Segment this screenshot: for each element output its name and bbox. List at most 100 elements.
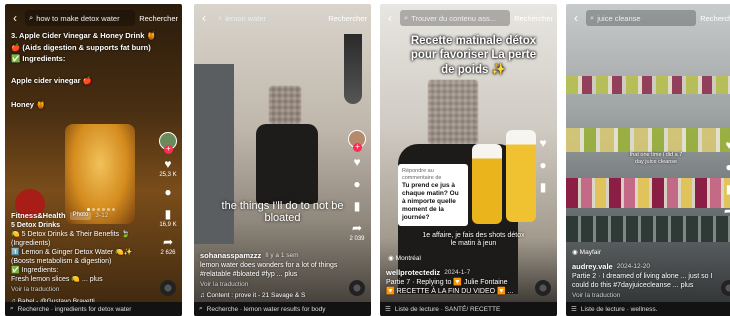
search-input[interactable]: ⌕ how to make detox water (25, 10, 136, 26)
juice-bottle-1 (472, 144, 502, 224)
music-disc-icon[interactable] (160, 280, 176, 296)
search-icon: ⌕ (218, 13, 223, 22)
like-button[interactable]: ♥ (721, 138, 730, 153)
search-icon: ⌕ (590, 13, 595, 22)
person-torso (256, 124, 318, 204)
search-input[interactable]: ⌕ juice cleanse (586, 10, 697, 26)
like-button[interactable]: ♥ 25,3 K (159, 157, 176, 178)
playlist-bar[interactable]: ☰ Liste de lecture · wellness. (566, 302, 730, 316)
blurred-face (269, 86, 301, 124)
video-caption: sohanasspamzzz Il y a 1 sem lemon water … (200, 251, 341, 301)
save-button[interactable]: ▮ (349, 199, 365, 214)
share-button[interactable]: ➦ 2 039 (349, 221, 365, 242)
search-icon: ⌕ (404, 13, 409, 22)
location-tag[interactable]: ◉ Mayfair (572, 248, 601, 257)
fridge-shelf-3 (566, 178, 730, 208)
save-button[interactable]: ▮ 16,9 K (159, 207, 176, 228)
video-panel-2[interactable]: ‹ ⌕ lemon water Rechercher the things I'… (194, 4, 371, 316)
video-panel-1[interactable]: ‹ ⌕ how to make detox water Rechercher 3… (5, 4, 182, 316)
action-column: ♥ ● ▮ ➦2 039 (346, 130, 368, 242)
share-button[interactable]: ➦ (721, 204, 730, 219)
action-column: ♥25,3 K ● ▮16,9 K ➦2 626 (157, 132, 179, 256)
translate-link[interactable]: Voir la traduction (11, 286, 152, 294)
music-disc-icon[interactable] (535, 280, 551, 296)
save-button[interactable]: ▮ (535, 180, 551, 195)
back-arrow-icon[interactable]: ‹ (570, 11, 582, 25)
comment-icon: ● (725, 160, 730, 174)
music-disc-icon[interactable] (721, 280, 730, 296)
video-overlay-title: Recette matinale détox pour favoriser La… (410, 35, 537, 76)
comment-button[interactable]: ● (535, 158, 551, 173)
save-button[interactable]: ▮ (721, 182, 730, 197)
bookmark-icon: ▮ (539, 180, 547, 194)
share-button[interactable]: ➦ 2 626 (160, 235, 176, 256)
playlist-bar[interactable]: ☰ Liste de lecture · SANTÉ/ RECETTE (380, 302, 557, 316)
creator-username[interactable]: sohanasspamzzz Il y a 1 sem (200, 251, 341, 261)
comment-button[interactable]: ● (160, 185, 176, 200)
heart-icon: ♥ (353, 155, 361, 169)
search-input[interactable]: ⌕ lemon water (214, 10, 324, 26)
comment-icon: ● (353, 177, 361, 191)
search-button[interactable]: Rechercher (328, 14, 367, 23)
photo-badge: Photo (69, 211, 92, 220)
video-overlay-text: the things I'll do to not be bloated (221, 200, 344, 224)
back-arrow-icon[interactable]: ‹ (198, 11, 210, 25)
translate-link[interactable]: Voir la traduction (200, 281, 341, 289)
fridge-shelf-2 (566, 128, 730, 152)
search-icon: ⌕ (29, 13, 34, 22)
search-button[interactable]: Rechercher (139, 14, 178, 23)
comment-button[interactable]: ● (721, 160, 730, 175)
playlist-icon: ☰ (571, 306, 577, 313)
reply-comment-card: Répondre au commentaire de Tu prend ce j… (398, 164, 468, 227)
related-search-bar[interactable]: ⌕ Recherche · lemon water results for bod… (194, 302, 371, 316)
fridge-shelf-4 (566, 216, 730, 242)
back-arrow-icon[interactable]: ‹ (9, 11, 21, 25)
comment-icon: ● (164, 185, 172, 199)
search-bar: ‹ ⌕ Trouver du contenu ass... Rechercher (384, 8, 553, 28)
music-track[interactable]: ♫ Content : prove it - 21 Savage & S (200, 292, 341, 300)
search-input[interactable]: ⌕ Trouver du contenu ass... (400, 10, 511, 26)
subtitle-text: 1e affaire, je fais des shots détox le m… (422, 232, 525, 248)
location-tag[interactable]: ◉ Montréal (388, 254, 421, 263)
search-icon: ⌕ (10, 305, 14, 312)
heart-icon: ♥ (539, 136, 547, 150)
action-column: ♥ ● ▮ (532, 136, 554, 195)
playlist-icon: ☰ (385, 306, 391, 313)
creator-username[interactable]: audrey.vale 2024-12-20 (572, 262, 713, 272)
creator-username[interactable]: Fitness&Health Photo 3-12 (11, 211, 152, 221)
action-column: ♥ ● ▮ ➦ (718, 138, 730, 219)
video-caption: Fitness&Health Photo 3-12 5 Detox Drinks… (11, 211, 152, 306)
music-disc-icon[interactable] (349, 280, 365, 296)
lamp-image (344, 34, 362, 104)
search-bar: ‹ ⌕ how to make detox water Rechercher (9, 8, 178, 28)
search-bar: ‹ ⌕ juice cleanse Rechercher (570, 8, 730, 28)
translate-link[interactable]: Voir la traduction (572, 292, 713, 300)
location-pin-icon: ◉ (572, 249, 578, 256)
related-search-bar[interactable]: ⌕ Recherche · ingredients for detox water (5, 302, 182, 316)
creator-avatar[interactable] (348, 130, 366, 152)
comment-button[interactable]: ● (349, 177, 365, 192)
fridge-shelf-1 (566, 76, 730, 94)
comment-icon: ● (539, 158, 547, 172)
photo-overlay-text: 3. Apple Cider Vinegar & Honey Drink 🍯 🍎… (11, 31, 156, 109)
share-icon: ➦ (351, 221, 363, 235)
search-icon: ⌕ (199, 305, 203, 312)
search-button[interactable]: Rechercher (514, 14, 553, 23)
search-button[interactable]: Rechercher (700, 14, 730, 23)
video-panel-3[interactable]: ‹ ⌕ Trouver du contenu ass... Rechercher… (380, 4, 557, 316)
like-button[interactable]: ♥ (349, 155, 365, 170)
back-arrow-icon[interactable]: ‹ (384, 11, 396, 25)
video-panel-4[interactable]: ‹ ⌕ juice cleanse Rechercher that one ti… (566, 4, 730, 316)
bookmark-icon: ▮ (164, 207, 172, 221)
bookmark-icon: ▮ (725, 182, 730, 196)
share-icon: ➦ (162, 235, 174, 249)
like-button[interactable]: ♥ (535, 136, 551, 151)
share-icon: ➦ (723, 204, 730, 218)
creator-avatar[interactable] (159, 132, 177, 154)
video-overlay-text: that one time i did a 7 day juice cleans… (629, 152, 683, 165)
bookmark-icon: ▮ (353, 199, 361, 213)
creator-username[interactable]: wellprotectediz 2024-1-7 (386, 268, 527, 278)
video-caption: audrey.vale 2024-12-20 Partie 2 · I drea… (572, 262, 713, 300)
heart-icon: ♥ (725, 138, 730, 152)
location-pin-icon: ◉ (388, 255, 394, 262)
